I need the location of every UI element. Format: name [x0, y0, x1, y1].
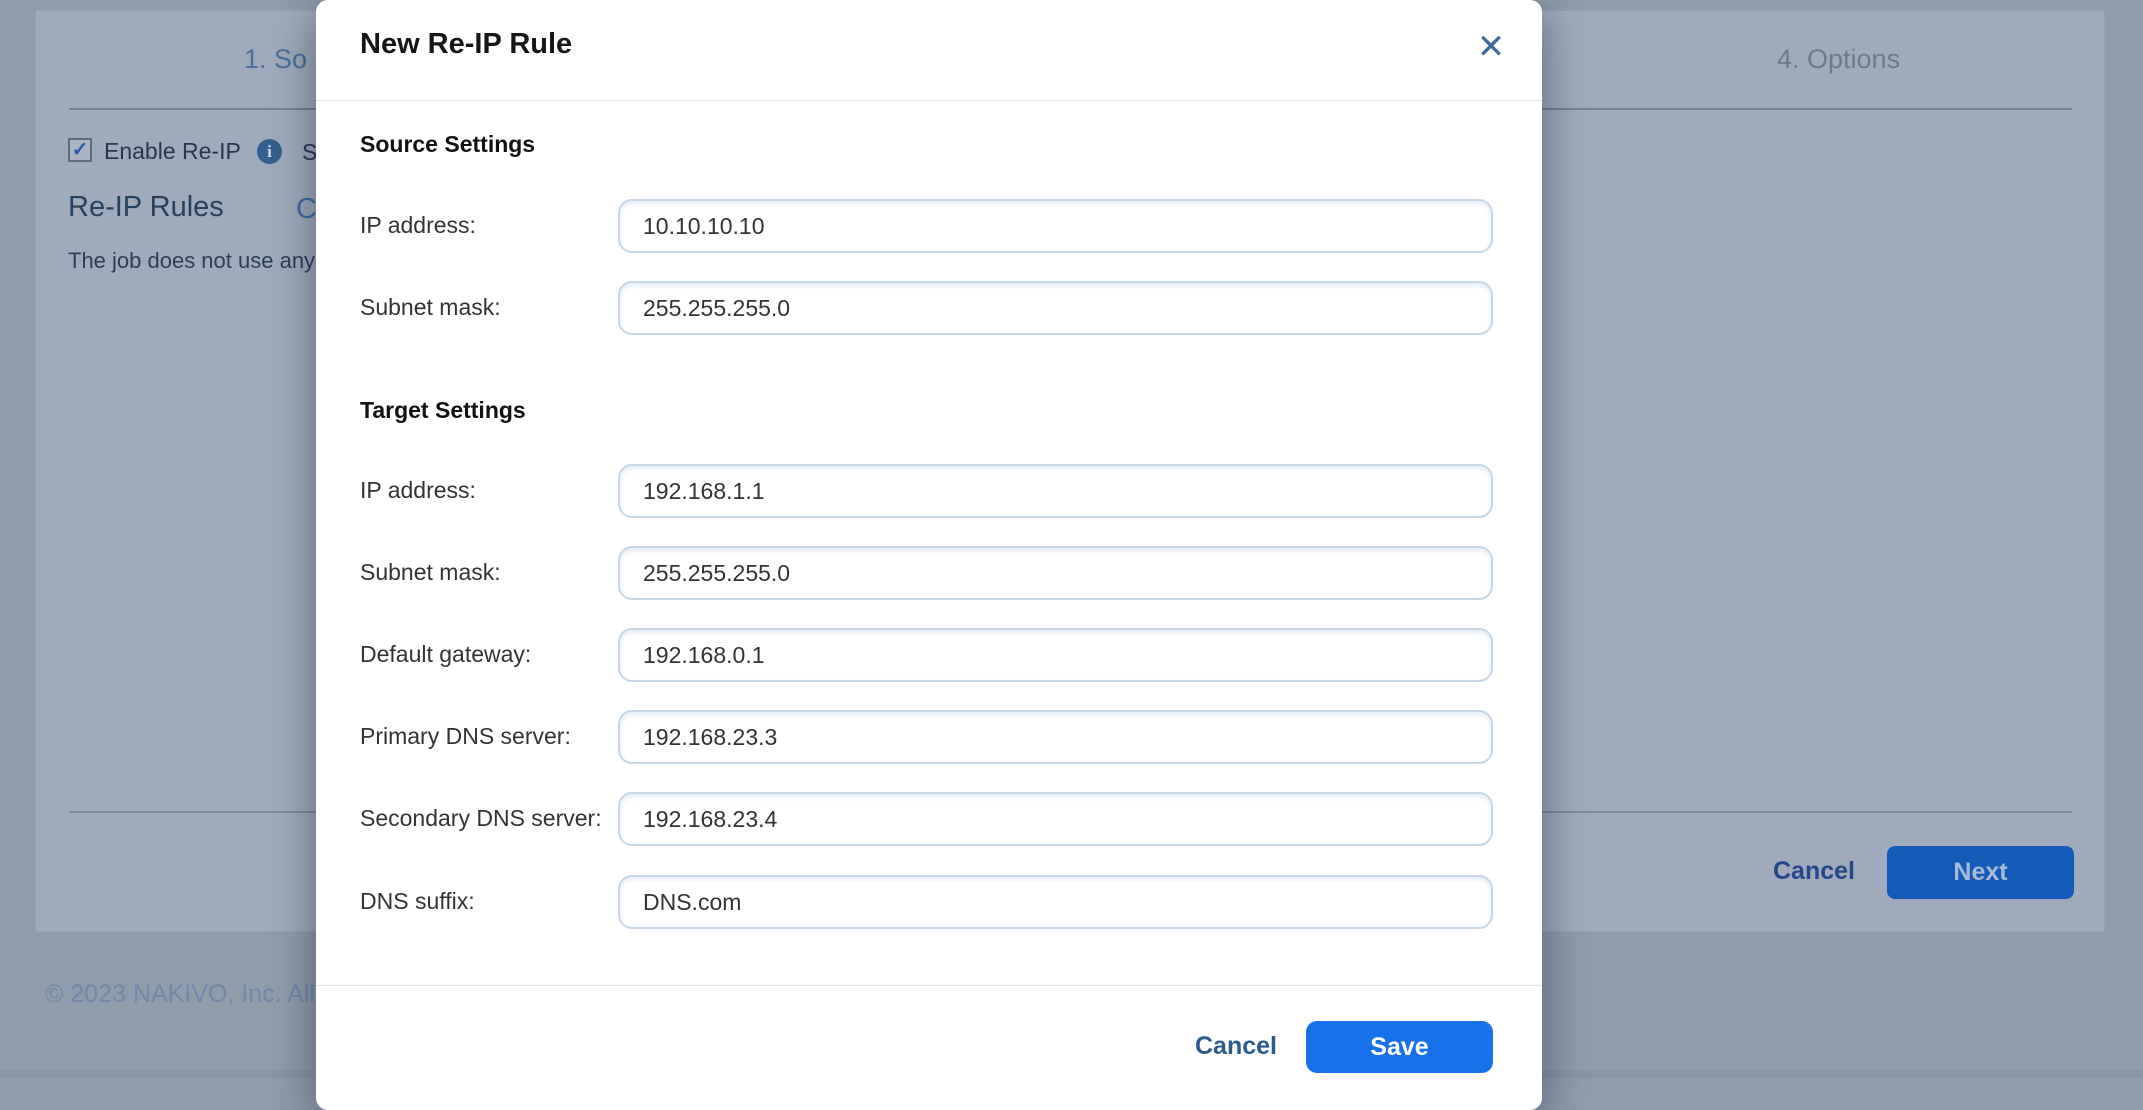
close-icon[interactable]: ✕	[1466, 22, 1516, 72]
default-gateway-label: Default gateway:	[360, 641, 531, 668]
hidden-text-fragment-bottom: C	[296, 193, 318, 226]
primary-dns-server-label: Primary DNS server:	[360, 723, 571, 750]
target-ip-address-input[interactable]	[618, 464, 1493, 518]
source-ip-address-input[interactable]	[618, 199, 1493, 253]
wizard-cancel-button[interactable]: Cancel	[1761, 857, 1867, 886]
source-ip-address-label: IP address:	[360, 212, 476, 239]
new-reip-rule-dialog: New Re-IP Rule ✕ Source Settings IP addr…	[316, 0, 1542, 1110]
checkmark-icon: ✓	[72, 140, 89, 160]
source-settings-heading: Source Settings	[360, 131, 535, 158]
target-ip-address-label: IP address:	[360, 477, 476, 504]
target-subnet-mask-input[interactable]	[618, 546, 1493, 600]
source-subnet-mask-input[interactable]	[618, 281, 1493, 335]
secondary-dns-server-input[interactable]	[618, 792, 1493, 846]
info-icon[interactable]: i	[257, 139, 282, 164]
enable-reip-label: Enable Re-IP	[104, 138, 241, 165]
save-button[interactable]: Save	[1306, 1021, 1493, 1073]
reip-rules-heading: Re-IP Rules	[68, 191, 224, 224]
default-gateway-input[interactable]	[618, 628, 1493, 682]
dns-suffix-input[interactable]	[618, 875, 1493, 929]
reip-rules-empty-text: The job does not use any	[68, 248, 315, 274]
wizard-step-source[interactable]: 1. So	[244, 44, 307, 75]
dialog-footer-divider	[316, 985, 1542, 986]
enable-reip-checkbox[interactable]: ✓	[68, 138, 92, 162]
dialog-header-divider	[316, 100, 1542, 101]
primary-dns-server-input[interactable]	[618, 710, 1493, 764]
cancel-button[interactable]: Cancel	[1181, 1032, 1291, 1061]
dialog-title: New Re-IP Rule	[360, 28, 572, 61]
copyright-text: © 2023 NAKIVO, Inc. All Rig	[45, 980, 359, 1009]
secondary-dns-server-label: Secondary DNS server:	[360, 805, 602, 832]
wizard-step-options[interactable]: 4. Options	[1777, 44, 1900, 75]
target-settings-heading: Target Settings	[360, 397, 526, 424]
source-subnet-mask-label: Subnet mask:	[360, 294, 501, 321]
wizard-next-button[interactable]: Next	[1887, 846, 2074, 899]
dns-suffix-label: DNS suffix:	[360, 888, 475, 915]
info-icon-glyph: i	[267, 142, 272, 162]
target-subnet-mask-label: Subnet mask:	[360, 559, 501, 586]
